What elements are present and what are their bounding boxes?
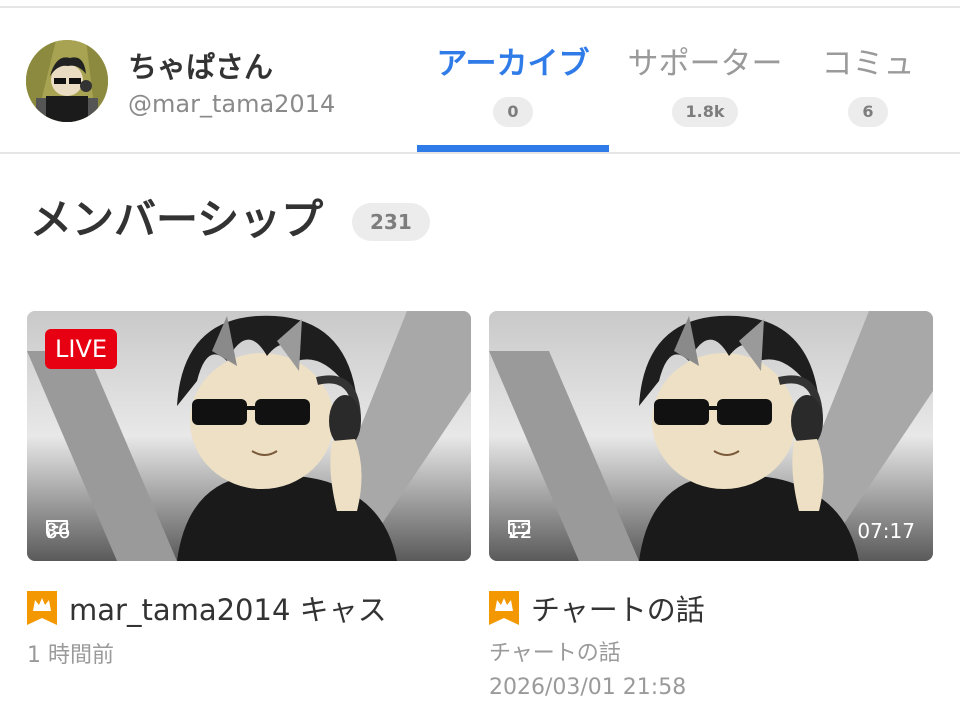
card-title-text: mar_tama2014 キャス [69, 593, 387, 627]
video-thumbnail[interactable]: 12 07:17 [489, 311, 933, 561]
video-card[interactable]: LIVE 86 mar_tama2014 キャス 1 時間前 [27, 311, 471, 668]
crown-icon [27, 591, 57, 625]
active-tab-indicator [417, 145, 609, 152]
video-card[interactable]: 12 07:17 チャートの話 チャートの話 2026/03/01 21:58 [489, 311, 933, 700]
tab-supporters[interactable]: サポーター 1.8k [613, 38, 797, 127]
comment-count: 12 [507, 519, 532, 543]
tab-community[interactable]: コミュ 6 [812, 38, 924, 127]
tab-archive-count: 0 [493, 97, 533, 127]
card-title-text: チャートの話 [531, 593, 705, 627]
section-count-badge: 231 [352, 203, 430, 241]
tab-archive-label: アーカイブ [436, 46, 590, 82]
card-title[interactable]: mar_tama2014 キャス [27, 587, 387, 629]
comment-count: 86 [45, 519, 70, 543]
profile-handle: @mar_tama2014 [128, 90, 336, 118]
avatar[interactable] [26, 40, 108, 122]
live-badge: LIVE [45, 329, 118, 369]
card-title[interactable]: チャートの話 [489, 587, 705, 629]
video-thumbnail[interactable]: LIVE 86 [27, 311, 471, 561]
profile-header: ちゃぱさん @mar_tama2014 アーカイブ 0 サポーター 1.8k コ… [0, 8, 960, 153]
tab-supporters-label: サポーター [627, 46, 783, 82]
card-subtitle: チャートの話 [489, 641, 621, 666]
tab-supporters-count: 1.8k [671, 97, 739, 127]
crown-icon [489, 591, 519, 625]
tab-archive[interactable]: アーカイブ 0 [417, 38, 609, 127]
card-subtitle: 1 時間前 [27, 643, 114, 668]
tab-community-label: コミュ [821, 46, 915, 82]
video-duration: 07:17 [857, 519, 915, 543]
comment-icon [508, 520, 530, 538]
header-divider [0, 152, 960, 154]
profile-name: ちゃぱさん [128, 50, 274, 84]
comment-icon [46, 520, 68, 538]
tab-community-count: 6 [848, 97, 888, 127]
card-date: 2026/03/01 21:58 [489, 675, 687, 700]
section-title: メンバーシップ [30, 195, 324, 244]
